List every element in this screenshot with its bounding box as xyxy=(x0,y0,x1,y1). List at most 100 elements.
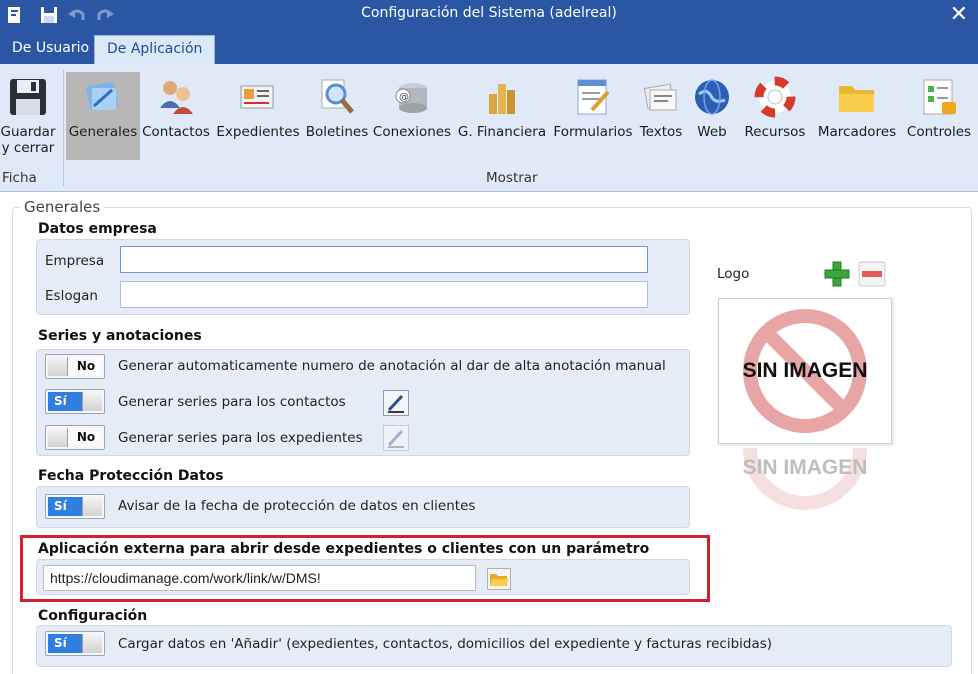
generales-button[interactable]: Generales xyxy=(66,72,140,160)
ribbon-tabs: De Usuario De Aplicación xyxy=(0,30,978,64)
settings-general-icon xyxy=(82,76,124,118)
controles-button[interactable]: Controles xyxy=(904,72,974,160)
series-expedientes-label: Generar series para los expedientes xyxy=(118,430,363,446)
tab-de-usuario[interactable]: De Usuario xyxy=(0,35,101,64)
form-icon xyxy=(572,76,614,118)
database-icon: @ xyxy=(391,76,433,118)
formularios-button[interactable]: Formularios xyxy=(550,72,636,160)
marcadores-button[interactable]: Marcadores xyxy=(814,72,900,160)
toggle-proteccion[interactable]: Sí xyxy=(45,494,105,519)
controles-label: Controles xyxy=(906,124,972,140)
generales-legend: Generales xyxy=(20,198,105,216)
toggle-state: Sí xyxy=(48,634,82,653)
magnifier-icon xyxy=(316,76,358,118)
edit-series-contactos-button[interactable] xyxy=(383,390,409,416)
auto-numero-label: Generar automaticamente numero de anotac… xyxy=(118,358,666,374)
title-bar: Configuración del Sistema (adelreal) ✕ xyxy=(0,0,978,30)
no-image-icon: SIN IMAGEN xyxy=(743,309,868,433)
tab-de-aplicacion[interactable]: De Aplicación xyxy=(94,35,216,64)
toggle-knob xyxy=(82,497,102,516)
toggle-knob xyxy=(48,428,68,447)
marcadores-label: Marcadores xyxy=(817,124,897,140)
group-label-mostrar: Mostrar xyxy=(486,170,538,186)
contacts-icon xyxy=(155,76,197,118)
textos-label: Textos xyxy=(639,124,683,140)
generales-label: Generales xyxy=(68,124,138,140)
toggle-series-contactos[interactable]: Sí xyxy=(45,389,105,414)
contactos-button[interactable]: Contactos xyxy=(142,72,210,160)
datos-empresa-title: Datos empresa xyxy=(38,221,157,237)
expedientes-button[interactable]: Expedientes xyxy=(216,72,300,160)
save-icon xyxy=(7,76,49,118)
plus-icon xyxy=(824,261,850,287)
browse-folder-button[interactable] xyxy=(487,568,511,590)
toggle-knob xyxy=(82,634,102,653)
folder-icon xyxy=(836,76,878,118)
series-contactos-label: Generar series para los contactos xyxy=(118,394,346,410)
toggle-knob xyxy=(48,357,68,376)
logo-placeholder[interactable]: SIN IMAGEN xyxy=(718,298,892,444)
pencil-icon xyxy=(387,394,404,413)
configuracion-title: Configuración xyxy=(38,608,148,624)
window-title: Configuración del Sistema (adelreal) xyxy=(361,5,617,21)
edit-series-expedientes-button[interactable] xyxy=(383,425,409,451)
controls-icon xyxy=(918,76,960,118)
textos-button[interactable]: Textos xyxy=(636,72,686,160)
toggle-auto-numero[interactable]: No xyxy=(45,354,105,379)
save-label-line1: Guardar xyxy=(0,124,56,140)
save-and-close-button[interactable]: Guardar y cerrar xyxy=(0,72,56,160)
recursos-button[interactable]: Recursos xyxy=(742,72,808,160)
ribbon-separator xyxy=(63,70,64,186)
folder-open-icon xyxy=(490,574,509,586)
no-image-reflection-text: SIN IMAGEN xyxy=(743,456,868,479)
aplicacion-externa-title: Aplicación externa para abrir desde expe… xyxy=(38,541,650,557)
g-financiera-label: G. Financiera xyxy=(457,124,547,140)
expedientes-label: Expedientes xyxy=(216,124,300,140)
toggle-cargar-datos[interactable]: Sí xyxy=(45,631,105,656)
settings-content: Generales Datos empresa Empresa Eslogan … xyxy=(0,193,978,674)
coins-icon xyxy=(481,76,523,118)
cards-icon xyxy=(237,76,279,118)
toggle-knob xyxy=(82,392,102,411)
proteccion-label: Avisar de la fecha de protección de dato… xyxy=(118,498,476,514)
group-label-ficha: Ficha xyxy=(2,170,37,186)
ribbon: Guardar y cerrar Generales Contactos Exp… xyxy=(0,64,978,192)
eslogan-label: Eslogan xyxy=(45,288,98,304)
minus-icon xyxy=(858,261,886,287)
logo-reflection: SIN IMAGEN xyxy=(718,448,892,538)
toggle-state: No xyxy=(70,357,102,376)
text-icon xyxy=(640,76,682,118)
globe-icon xyxy=(691,76,733,118)
pencil-icon xyxy=(387,429,404,448)
conexiones-button[interactable]: @ Conexiones xyxy=(372,72,452,160)
proteccion-title: Fecha Protección Datos xyxy=(38,468,224,484)
empresa-input[interactable] xyxy=(120,246,648,273)
contactos-label: Contactos xyxy=(142,124,210,140)
aplicacion-externa-input[interactable] xyxy=(43,565,476,591)
web-label: Web xyxy=(697,124,727,140)
svg-text:@: @ xyxy=(399,92,409,103)
g-financiera-button[interactable]: G. Financiera xyxy=(456,72,548,160)
no-image-text: SIN IMAGEN xyxy=(743,359,868,382)
toggle-state: No xyxy=(70,428,102,447)
recursos-label: Recursos xyxy=(744,124,806,140)
save-label-line2: y cerrar xyxy=(1,140,55,156)
toggle-state: Sí xyxy=(48,497,82,516)
cargar-datos-label: Cargar datos en 'Añadir' (expedientes, c… xyxy=(118,636,773,652)
toggle-series-expedientes[interactable]: No xyxy=(45,425,105,450)
no-image-reflection-icon: SIN IMAGEN xyxy=(743,448,868,510)
remove-logo-button[interactable] xyxy=(858,261,886,287)
empresa-label: Empresa xyxy=(45,253,105,269)
logo-label: Logo xyxy=(717,266,750,282)
boletines-label: Boletines xyxy=(305,124,369,140)
web-button[interactable]: Web xyxy=(690,72,734,160)
add-logo-button[interactable] xyxy=(824,261,850,287)
boletines-button[interactable]: Boletines xyxy=(304,72,370,160)
series-title: Series y anotaciones xyxy=(38,328,202,344)
eslogan-input[interactable] xyxy=(120,281,648,308)
toggle-state: Sí xyxy=(48,392,82,411)
formularios-label: Formularios xyxy=(553,124,633,140)
conexiones-label: Conexiones xyxy=(372,124,452,140)
lifebuoy-icon xyxy=(754,76,796,118)
close-icon[interactable]: ✕ xyxy=(950,2,968,27)
